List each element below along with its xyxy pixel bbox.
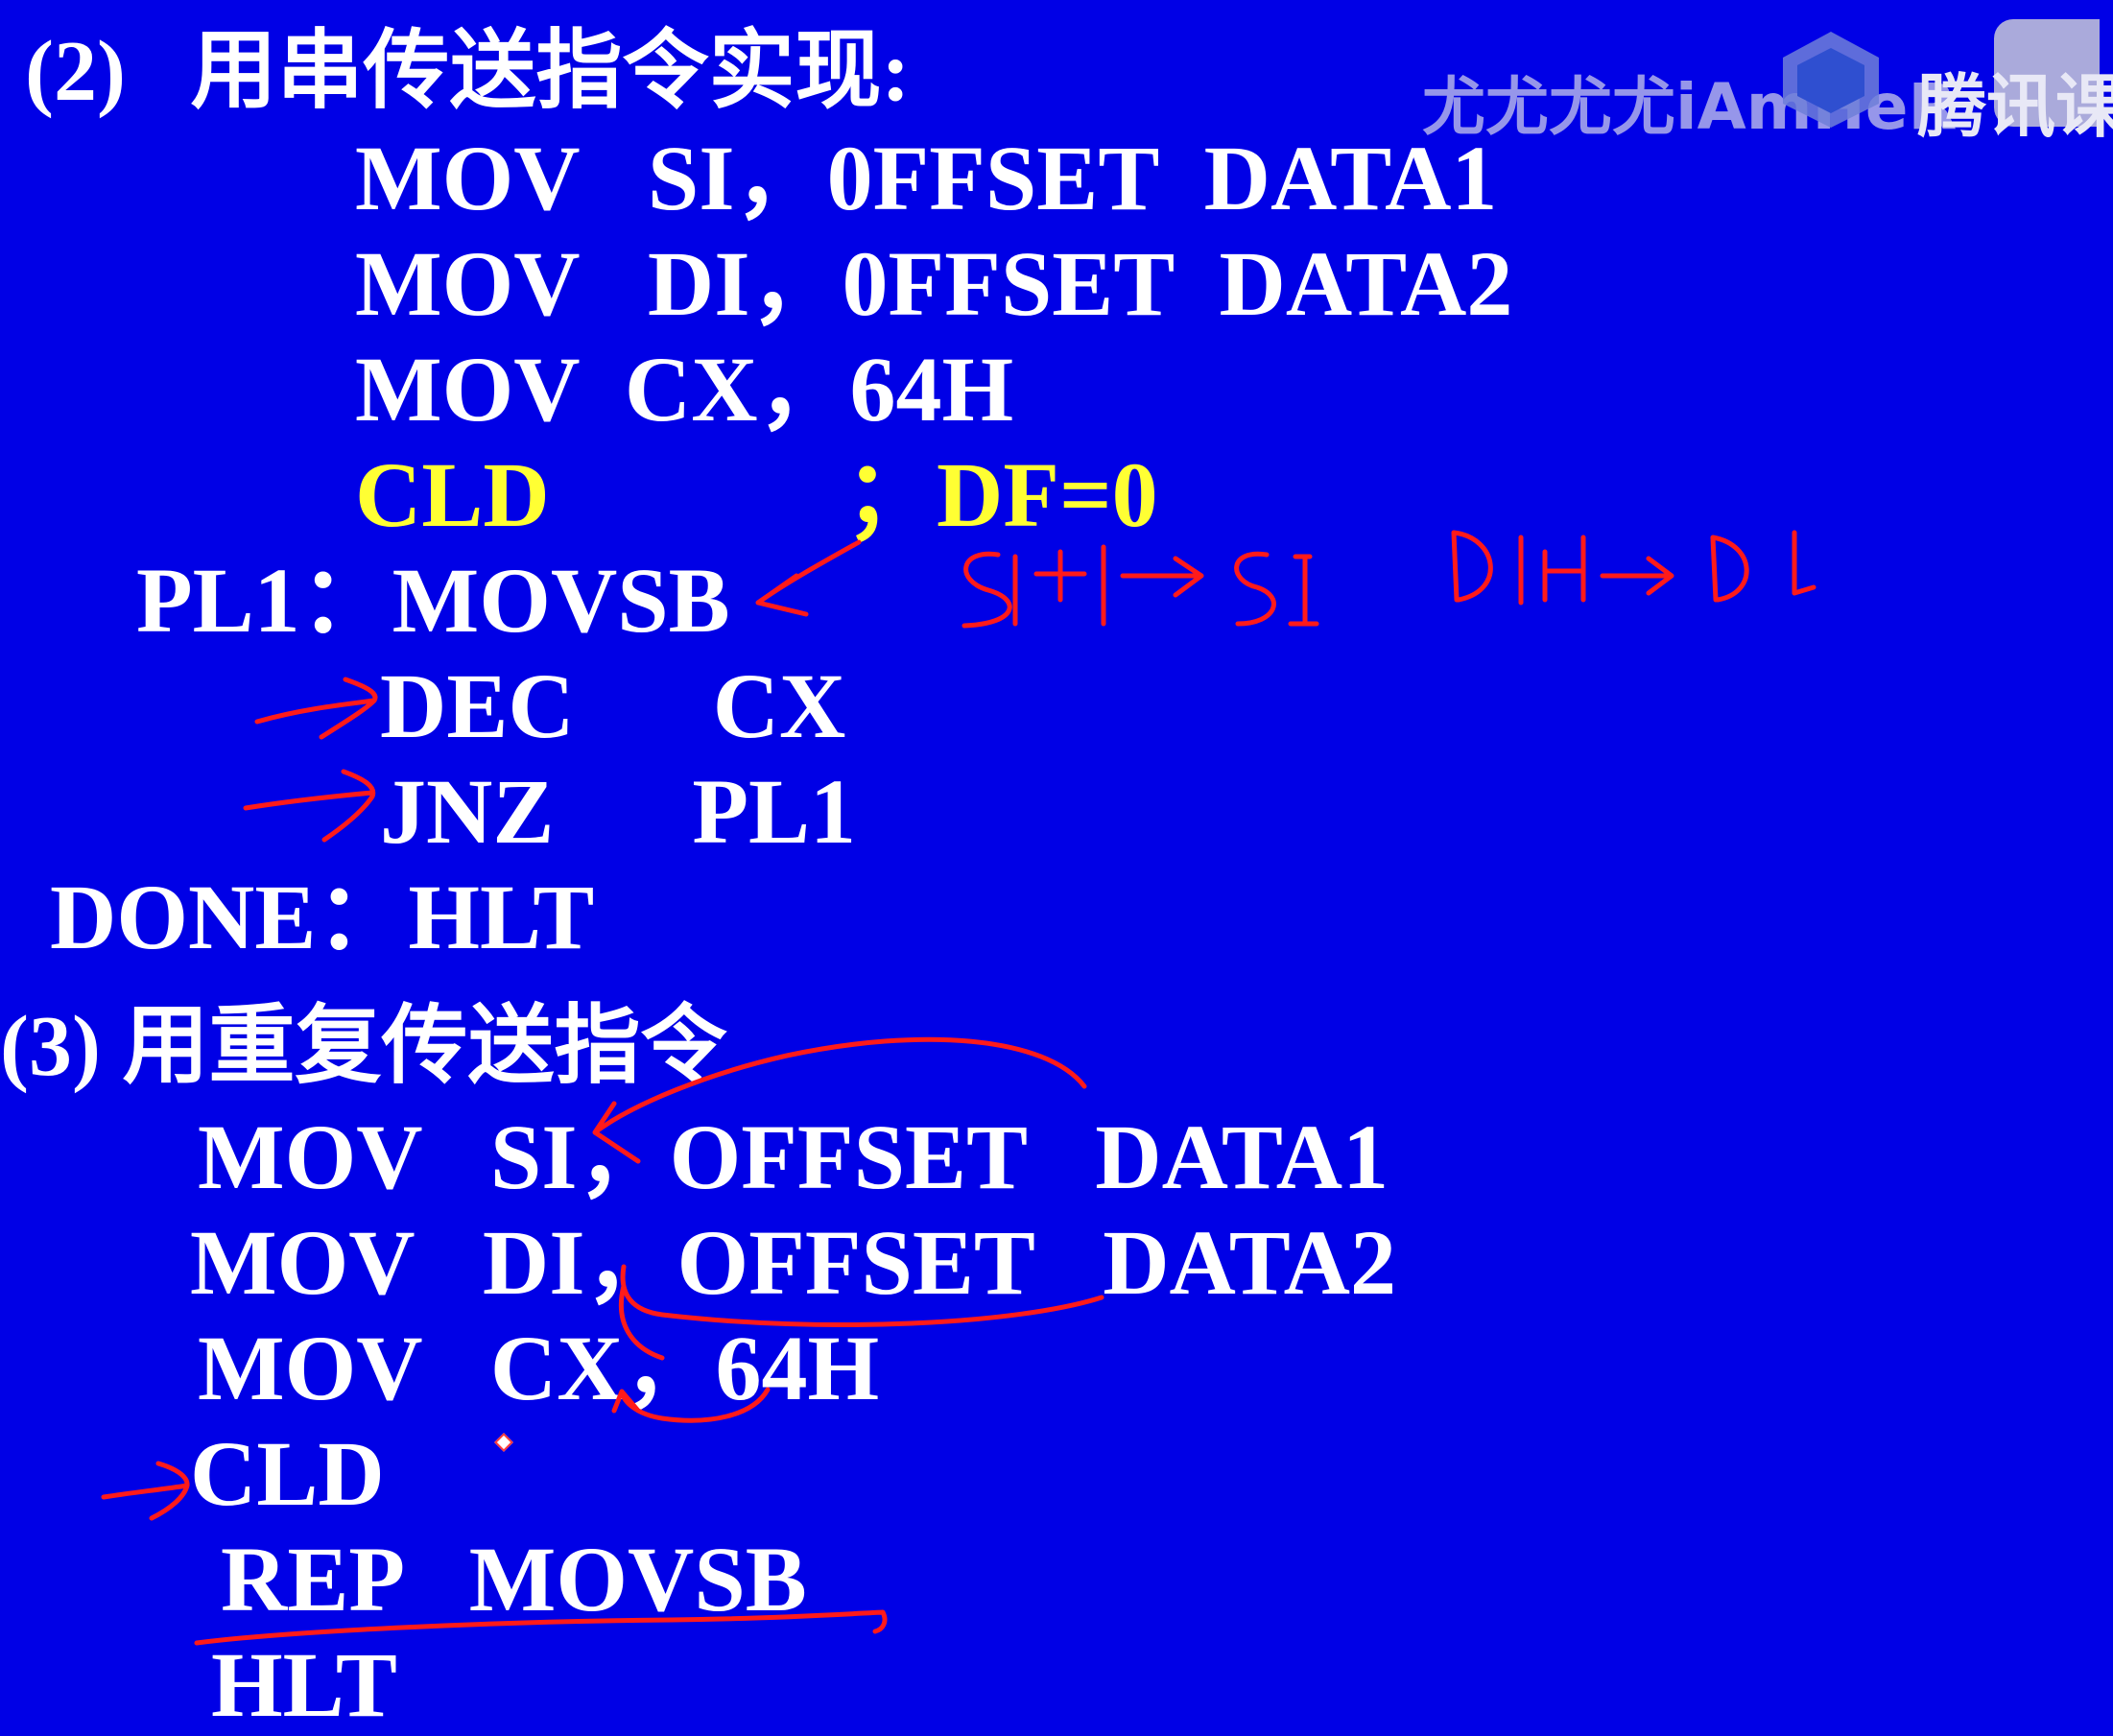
ink-arrow-to-movsb bbox=[755, 539, 862, 617]
ink-di-plus-1-to-di bbox=[1451, 530, 1816, 606]
handwritten-annotations bbox=[101, 530, 1816, 1646]
ink-arc-offset-data2 bbox=[618, 1264, 1104, 1361]
ink-arrow-to-dec bbox=[254, 677, 378, 740]
ink-arc-64h bbox=[611, 1387, 771, 1423]
ink-si-plus-1-to-si bbox=[962, 544, 1319, 629]
ink-underline-rep-movsb bbox=[194, 1609, 888, 1646]
ink-arc-offset-data1 bbox=[592, 1036, 1087, 1164]
ink-arrow-to-cld bbox=[101, 1461, 190, 1521]
ink-arrow-to-jnz bbox=[243, 769, 376, 843]
